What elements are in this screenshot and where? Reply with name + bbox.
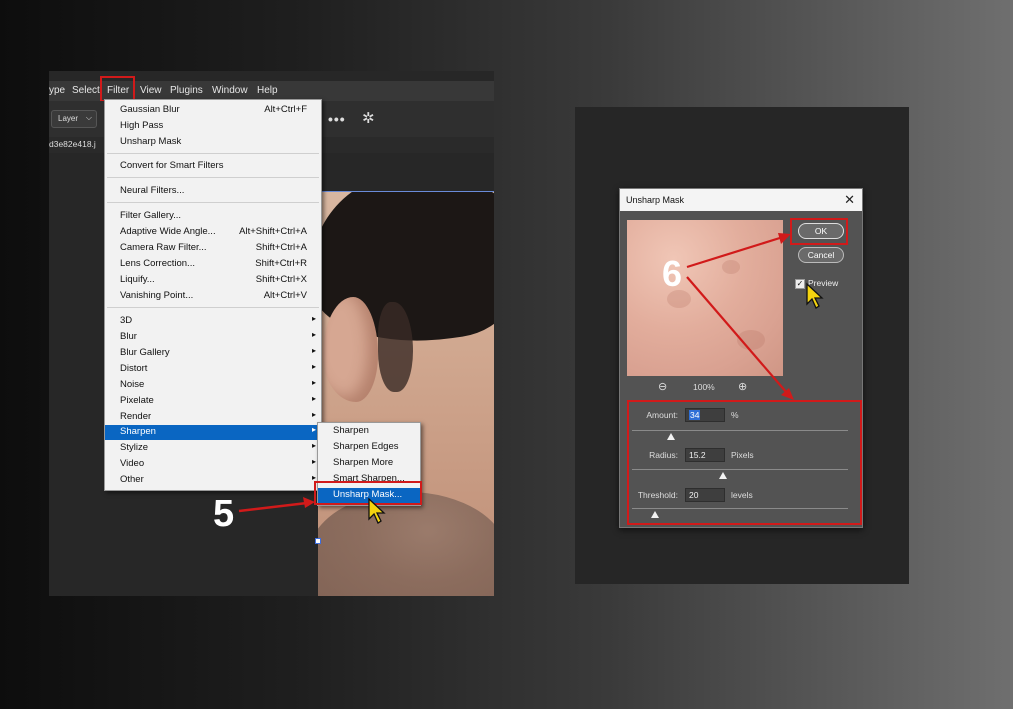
step-5-arrow [238, 497, 315, 513]
step-number-6: 6 [662, 253, 683, 294]
unsharp-mask-screenshot: Unsharp Mask ✕ ⊖ 100% ⊕ OK Cancel ✓ Prev… [575, 107, 909, 584]
step-6-arrows [686, 233, 794, 400]
step-number-5: 5 [213, 493, 235, 535]
cursor-icon [368, 497, 386, 524]
photoshop-filter-screenshot: ype Select Filter View Plugins Window He… [49, 71, 494, 596]
cursor-icon [806, 282, 824, 309]
